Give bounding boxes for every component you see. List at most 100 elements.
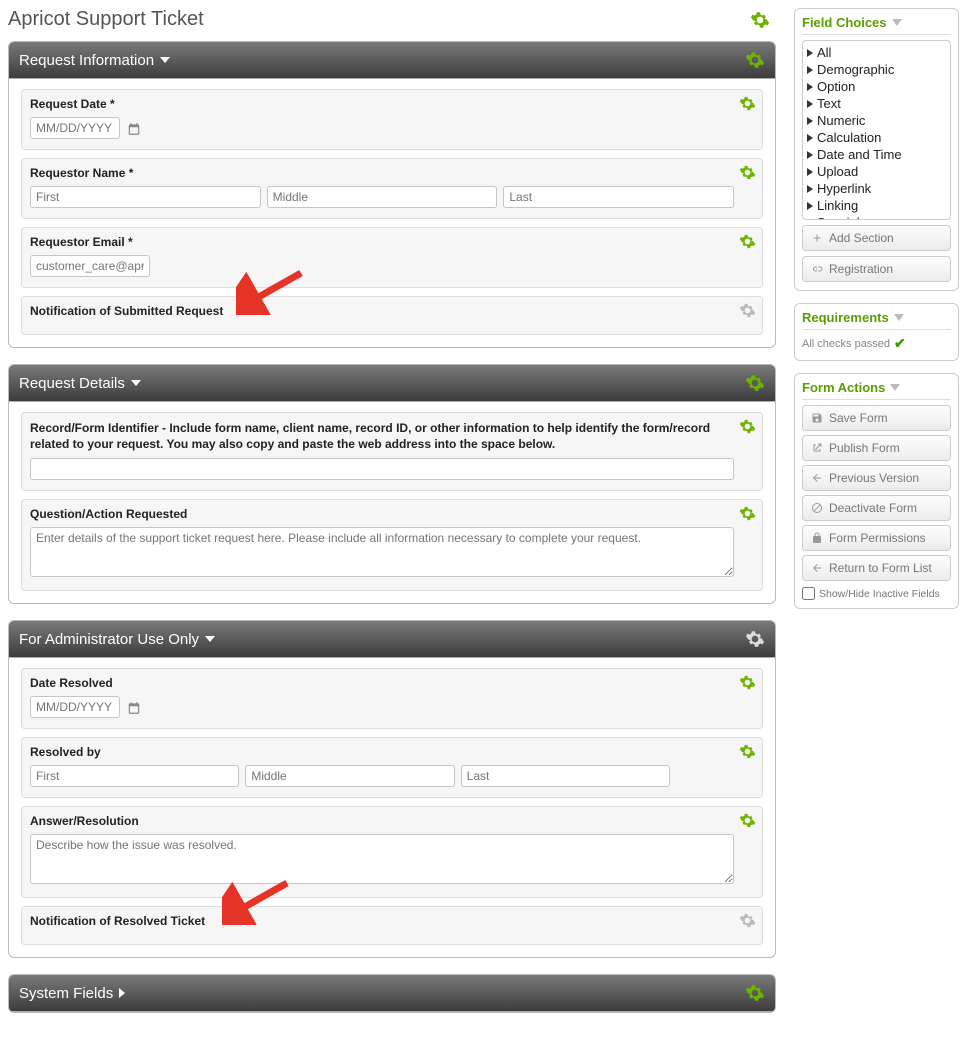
field-label: Requestor Name *	[30, 166, 734, 180]
registration-button[interactable]: Registration	[802, 256, 951, 282]
return-to-list-button[interactable]: Return to Form List	[802, 555, 951, 581]
previous-version-button[interactable]: Previous Version	[802, 465, 951, 491]
calendar-icon[interactable]	[127, 701, 141, 715]
chevron-right-icon	[807, 168, 813, 176]
panel-title-text: Form Actions	[802, 380, 885, 395]
section-title-text: Request Details	[19, 375, 125, 392]
chevron-right-icon	[807, 185, 813, 193]
chevron-down-icon	[205, 636, 215, 642]
gear-icon[interactable]	[739, 743, 756, 760]
section-header[interactable]: Request Information	[9, 42, 775, 79]
field-choice-item[interactable]: Linking	[807, 197, 946, 214]
date-resolved-input[interactable]	[30, 696, 120, 718]
back-icon	[811, 472, 823, 484]
gear-icon[interactable]	[745, 50, 765, 70]
show-hide-inactive-row[interactable]: Show/Hide Inactive Fields	[802, 587, 951, 600]
field-notification-submitted[interactable]: Notification of Submitted Request	[21, 296, 763, 335]
section-admin: For Administrator Use Only Date Resolved…	[8, 620, 776, 958]
field-notification-resolved[interactable]: Notification of Resolved Ticket	[21, 906, 763, 945]
gear-icon[interactable]	[739, 505, 756, 522]
form-permissions-button[interactable]: Form Permissions	[802, 525, 951, 551]
panel-field-choices: Field Choices All Demographic Option Tex…	[794, 8, 959, 291]
field-choice-item[interactable]: Demographic	[807, 61, 946, 78]
section-title-text: Request Information	[19, 52, 154, 69]
gear-icon[interactable]	[739, 233, 756, 250]
field-record-identifier[interactable]: Record/Form Identifier - Include form na…	[21, 412, 763, 491]
field-answer[interactable]: Answer/Resolution	[21, 806, 763, 898]
publish-form-button[interactable]: Publish Form	[802, 435, 951, 461]
gear-icon[interactable]	[745, 373, 765, 393]
gear-icon[interactable]	[745, 629, 765, 649]
requirements-status: All checks passed	[802, 338, 890, 350]
save-icon	[811, 412, 823, 424]
field-choices-list[interactable]: All Demographic Option Text Numeric Calc…	[802, 40, 951, 220]
gear-icon[interactable]	[745, 983, 765, 1003]
show-hide-checkbox[interactable]	[802, 587, 815, 600]
panel-title-text: Requirements	[802, 310, 889, 325]
resolved-middle-input[interactable]	[245, 765, 454, 787]
back-icon	[811, 562, 823, 574]
section-title-text: For Administrator Use Only	[19, 631, 199, 648]
field-requestor-email[interactable]: Requestor Email *	[21, 227, 763, 288]
gear-icon[interactable]	[739, 418, 756, 435]
field-label: Notification of Resolved Ticket	[30, 914, 734, 928]
sidebar: Field Choices All Demographic Option Tex…	[794, 8, 959, 609]
gear-icon[interactable]	[739, 674, 756, 691]
answer-textarea[interactable]	[30, 834, 734, 884]
resolved-first-input[interactable]	[30, 765, 239, 787]
field-requestor-name[interactable]: Requestor Name *	[21, 158, 763, 219]
deactivate-icon	[811, 502, 823, 514]
chevron-right-icon	[807, 117, 813, 125]
section-header[interactable]: For Administrator Use Only	[9, 621, 775, 658]
link-icon	[811, 263, 823, 275]
record-identifier-input[interactable]	[30, 458, 734, 480]
field-choice-item[interactable]: Text	[807, 95, 946, 112]
deactivate-form-button[interactable]: Deactivate Form	[802, 495, 951, 521]
section-header[interactable]: System Fields	[9, 975, 775, 1012]
gear-icon[interactable]	[739, 95, 756, 112]
field-choice-item[interactable]: Option	[807, 78, 946, 95]
panel-requirements: Requirements All checks passed ✔	[794, 303, 959, 361]
section-header[interactable]: Request Details	[9, 365, 775, 402]
field-date-resolved[interactable]: Date Resolved	[21, 668, 763, 729]
chevron-right-icon	[807, 100, 813, 108]
gear-icon[interactable]	[739, 164, 756, 181]
requestor-email-input[interactable]	[30, 255, 150, 277]
publish-icon	[811, 442, 823, 454]
chevron-right-icon	[807, 202, 813, 210]
gear-icon[interactable]	[739, 812, 756, 829]
field-label: Question/Action Requested	[30, 507, 734, 521]
field-choice-item[interactable]: Numeric	[807, 112, 946, 129]
save-form-button[interactable]: Save Form	[802, 405, 951, 431]
field-question[interactable]: Question/Action Requested	[21, 499, 763, 591]
gear-icon[interactable]	[739, 912, 756, 929]
question-textarea[interactable]	[30, 527, 734, 577]
last-name-input[interactable]	[503, 186, 734, 208]
field-label: Answer/Resolution	[30, 814, 734, 828]
field-label: Date Resolved	[30, 676, 734, 690]
request-date-input[interactable]	[30, 117, 120, 139]
section-title-text: System Fields	[19, 985, 113, 1002]
field-choice-item[interactable]: Date and Time	[807, 146, 946, 163]
field-choice-item[interactable]: Calculation	[807, 129, 946, 146]
chevron-down-icon	[890, 384, 900, 391]
chevron-down-icon	[892, 19, 902, 26]
section-request-details: Request Details Record/Form Identifier -…	[8, 364, 776, 604]
gear-icon[interactable]	[750, 10, 770, 30]
resolved-last-input[interactable]	[461, 765, 670, 787]
field-choice-item[interactable]: Special	[807, 214, 946, 220]
check-icon: ✔	[894, 335, 906, 352]
calendar-icon[interactable]	[127, 122, 141, 136]
field-request-date[interactable]: Request Date *	[21, 89, 763, 150]
field-choice-item[interactable]: Hyperlink	[807, 180, 946, 197]
panel-form-actions: Form Actions Save Form Publish Form Prev…	[794, 373, 959, 609]
first-name-input[interactable]	[30, 186, 261, 208]
chevron-right-icon	[807, 219, 813, 221]
field-choice-item[interactable]: All	[807, 44, 946, 61]
field-choice-item[interactable]: Upload	[807, 163, 946, 180]
chevron-right-icon	[807, 49, 813, 57]
field-resolved-by[interactable]: Resolved by	[21, 737, 763, 798]
middle-name-input[interactable]	[267, 186, 498, 208]
gear-icon[interactable]	[739, 302, 756, 319]
add-section-button[interactable]: Add Section	[802, 225, 951, 251]
